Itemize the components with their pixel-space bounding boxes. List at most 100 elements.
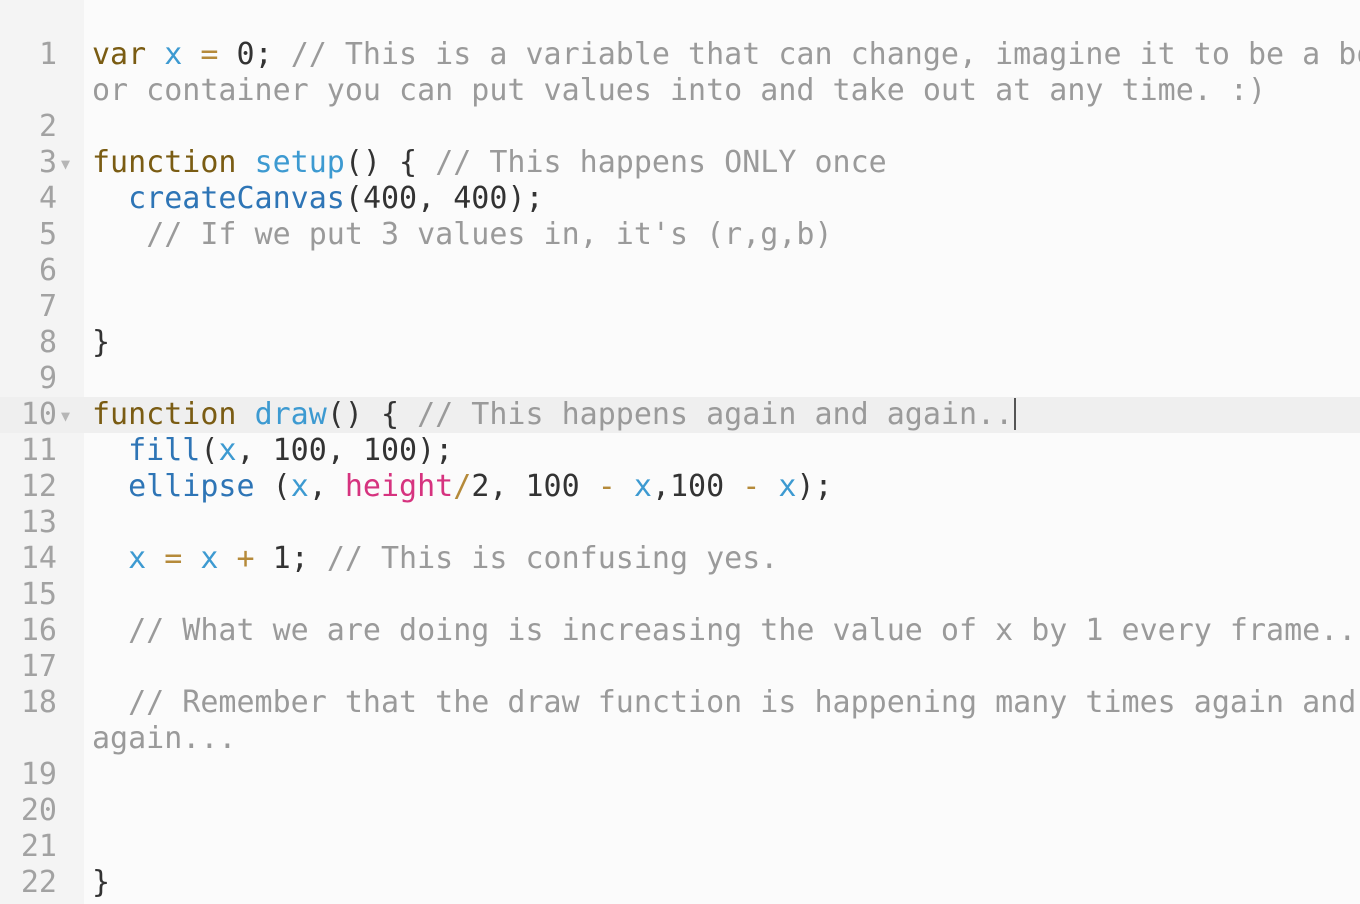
code-token: 100 — [525, 469, 580, 504]
code-token: } — [92, 325, 111, 360]
code-line[interactable]: 11 fill(x, 100, 100); — [0, 433, 1360, 469]
code-token: , — [308, 469, 345, 504]
code-text: } — [92, 325, 110, 361]
code-line[interactable]: 19 — [0, 757, 1360, 793]
code-token: ( — [344, 181, 363, 216]
code-line[interactable]: 2 — [0, 109, 1360, 145]
line-number: 8 — [38, 325, 57, 360]
code-token: 400 — [362, 181, 418, 216]
wrapped-comment-continuation: again... — [92, 721, 237, 756]
code-line[interactable]: 8} — [0, 325, 1360, 361]
code-token: // This happens ONLY once — [435, 145, 887, 180]
line-number: 22 — [20, 865, 57, 900]
code-token: // This is confusing yes. — [326, 541, 779, 576]
code-line[interactable]: 20 — [0, 793, 1360, 829]
code-token: x — [218, 433, 237, 468]
code-token: 1 — [272, 541, 291, 576]
code-line[interactable]: 15 — [0, 577, 1360, 613]
code-line[interactable]: 4 createCanvas(400, 400); — [0, 181, 1360, 217]
code-token: var — [92, 37, 147, 72]
code-line[interactable]: 12 ellipse (x, height/2, 100 - x,100 - x… — [0, 469, 1360, 505]
code-line[interactable]: 21 — [0, 829, 1360, 865]
line-number: 5 — [38, 217, 57, 252]
code-text: createCanvas(400, 400); — [92, 181, 543, 217]
code-token: , — [236, 433, 273, 468]
code-line[interactable]: 7 — [0, 289, 1360, 325]
code-token: ; — [254, 37, 291, 72]
code-token: } — [92, 865, 111, 900]
line-number: 6 — [38, 253, 57, 288]
code-token: 100 — [670, 469, 725, 504]
code-token: 400 — [453, 181, 508, 216]
code-token: () { — [344, 145, 436, 180]
code-token: // This is a variable that can change, i… — [290, 37, 1360, 72]
code-line[interactable]: 10 ▼ function draw() { // This happens aga… — [0, 397, 1360, 433]
code-line[interactable]: 22} — [0, 865, 1360, 901]
code-token: , — [651, 469, 670, 504]
code-line[interactable]: 1 var x = 0; // This is a variable that c… — [0, 37, 1360, 109]
code-token: - — [597, 469, 616, 504]
code-token: x — [778, 469, 797, 504]
line-number: 1 — [38, 37, 57, 72]
code-line[interactable]: 16 // What we are doing is increasing th… — [0, 613, 1360, 649]
code-token: x — [128, 541, 147, 576]
code-line[interactable]: 3 ▼ function setup() { // This happens ONL… — [0, 145, 1360, 181]
code-text: // If we put 3 values in, it's (r,g,b) — [92, 217, 832, 253]
code-token: , — [417, 181, 454, 216]
code-token: ); — [796, 469, 833, 504]
code-line[interactable]: 6 — [0, 253, 1360, 289]
code-text: } — [92, 865, 110, 901]
code-token: height — [344, 469, 454, 504]
code-token: , — [326, 433, 363, 468]
line-number: 21 — [20, 829, 57, 864]
fold-arrow-icon[interactable]: ▼ — [61, 398, 70, 434]
line-number: 2 — [38, 109, 57, 144]
code-token: ( — [200, 433, 219, 468]
line-number: 19 — [20, 757, 57, 792]
code-text: ellipse (x, height/2, 100 - x,100 - x); — [92, 469, 833, 505]
code-line[interactable]: 13 — [0, 505, 1360, 541]
code-token: createCanvas — [128, 181, 345, 216]
code-token: + — [236, 541, 255, 576]
wrapped-comment-continuation: or container you can put values into and… — [92, 73, 1266, 108]
code-line[interactable]: 14 x = x + 1; // This is confusing yes. — [0, 541, 1360, 577]
code-token: x — [633, 469, 652, 504]
code-line[interactable]: 5 // If we put 3 values in, it's (r,g,b) — [0, 217, 1360, 253]
line-number: 15 — [20, 577, 57, 612]
code-line[interactable]: 18 // Remember that the draw function is… — [0, 685, 1360, 757]
code-token: ; — [290, 541, 327, 576]
line-number: 20 — [20, 793, 57, 828]
line-number: 17 — [20, 649, 57, 684]
code-text: function setup() { // This happens ONLY … — [92, 145, 887, 181]
line-number: 16 — [20, 613, 57, 648]
code-token: x — [290, 469, 309, 504]
fold-arrow-icon[interactable]: ▼ — [61, 146, 70, 182]
code-token: / — [453, 469, 472, 504]
line-number: 14 — [20, 541, 57, 576]
code-token: fill — [128, 433, 201, 468]
code-editor[interactable]: 1 var x = 0; // This is a variable that c… — [0, 0, 1360, 904]
line-number: 9 — [38, 361, 57, 396]
code-token: function — [92, 397, 237, 432]
code-lines[interactable]: 1 var x = 0; // This is a variable that c… — [0, 37, 1360, 901]
code-line[interactable]: 9 — [0, 361, 1360, 397]
line-number: 18 — [20, 685, 57, 720]
code-token: = — [200, 37, 219, 72]
line-number: 7 — [38, 289, 57, 324]
code-token: function — [92, 145, 237, 180]
line-number: 3 — [38, 145, 57, 180]
code-token: x — [164, 37, 183, 72]
code-token: = — [164, 541, 183, 576]
code-line[interactable]: 17 — [0, 649, 1360, 685]
